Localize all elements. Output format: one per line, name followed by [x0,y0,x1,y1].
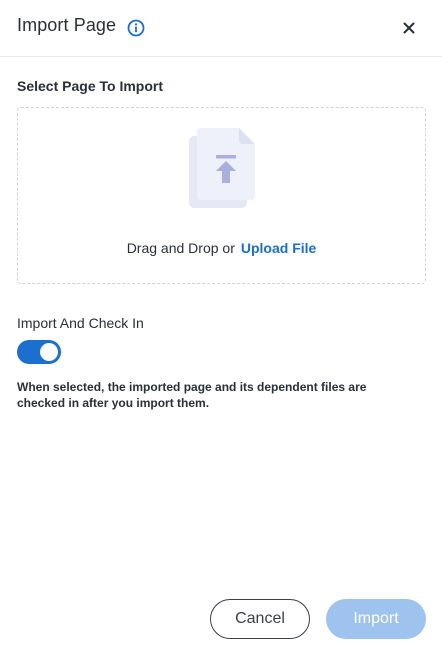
toggle-knob [40,343,58,361]
cancel-button[interactable]: Cancel [210,599,310,639]
upload-file-link[interactable]: Upload File [241,240,316,256]
drop-instruction: Drag and Drop or Upload File [18,240,425,256]
import-check-in-label: Import And Check In [17,315,144,331]
import-check-in-toggle[interactable] [17,340,61,364]
dialog-header: Import Page [0,0,442,57]
drop-text: Drag and Drop or [126,240,235,256]
import-page-dialog: Import Page Select Page To Import Drag a… [0,0,442,652]
file-upload-icon [189,128,257,210]
import-button[interactable]: Import [326,599,426,639]
file-dropzone[interactable]: Drag and Drop or Upload File [17,107,426,284]
import-check-in-help: When selected, the imported page and its… [17,380,367,410]
select-page-label: Select Page To Import [17,78,163,94]
close-icon[interactable] [398,17,420,39]
info-icon[interactable] [127,19,145,37]
dialog-title: Import Page [17,15,117,35]
